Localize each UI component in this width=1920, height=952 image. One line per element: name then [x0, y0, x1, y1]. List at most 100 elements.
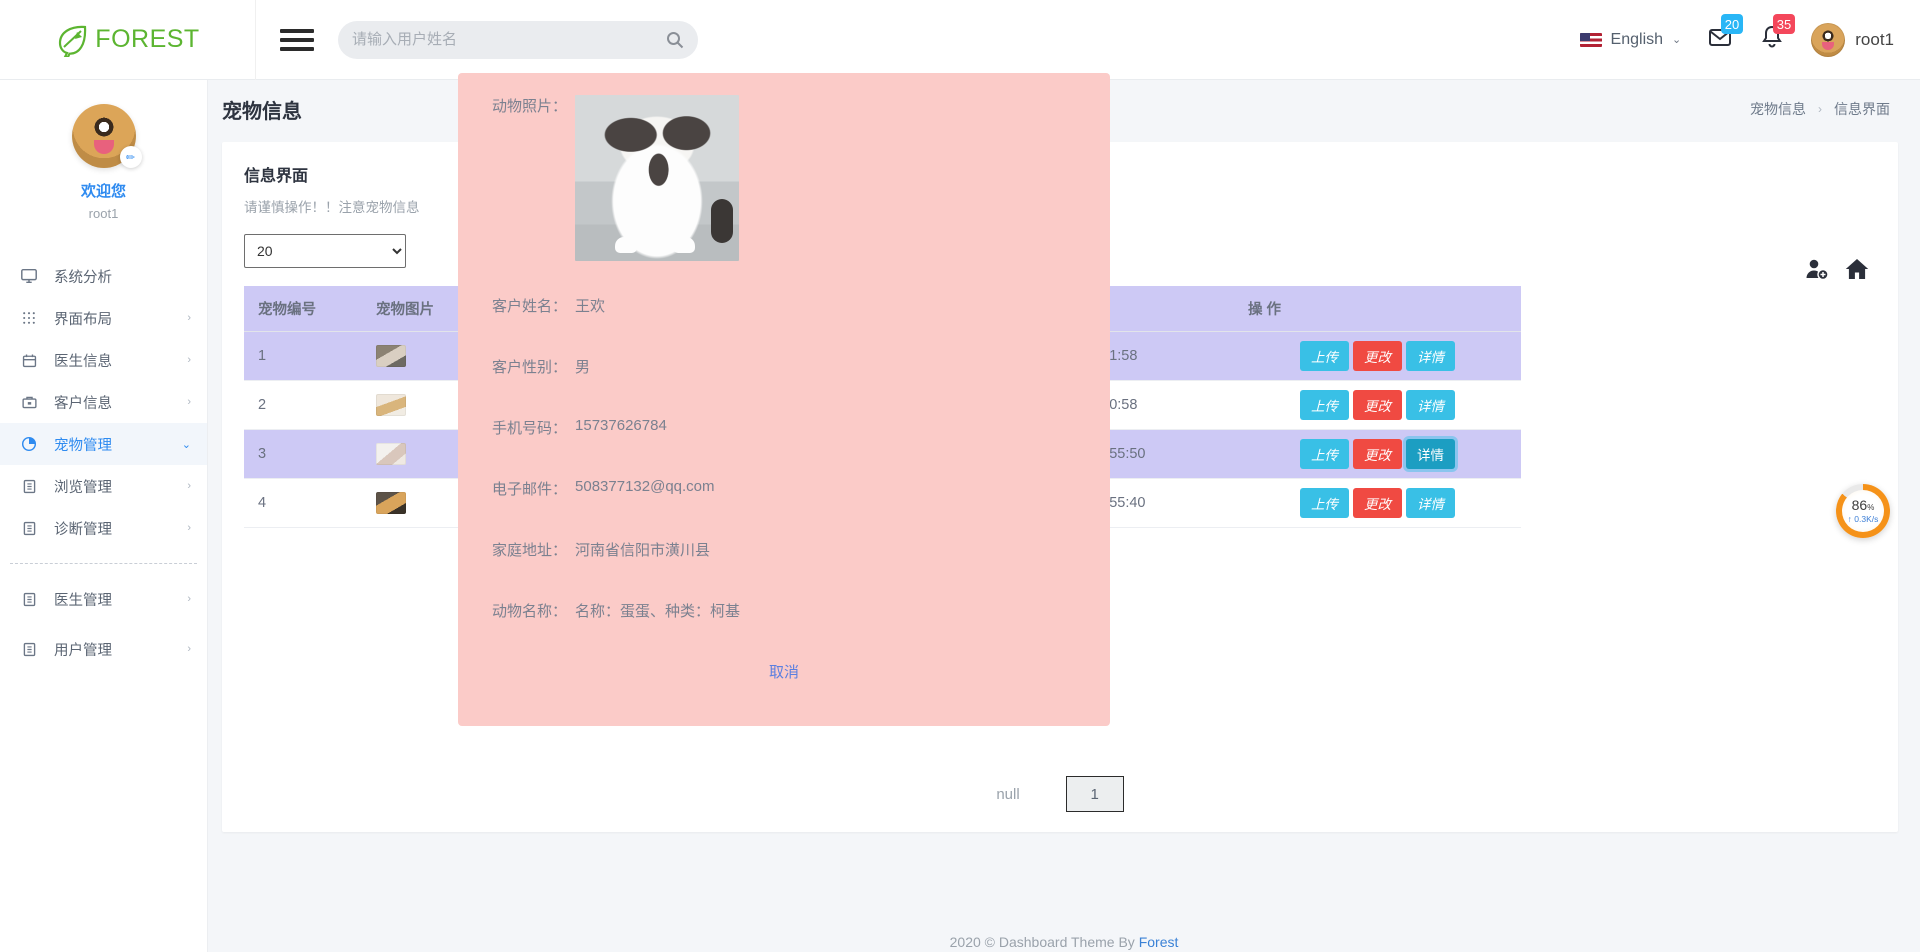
detail-button[interactable]: 详情	[1406, 390, 1455, 420]
sidebar-item-label: 医生信息	[54, 350, 187, 371]
sidebar-item-label: 浏览管理	[54, 476, 187, 497]
cat-paw-right	[673, 237, 695, 253]
cell-actions: 上传 更改 详情	[1234, 479, 1521, 528]
speed-percent-value: 86	[1852, 497, 1868, 513]
chevron-right-icon: ›	[187, 480, 191, 492]
hamburger-icon[interactable]	[280, 29, 314, 51]
sidebar-divider	[10, 563, 197, 564]
sidebar-item-customer-info[interactable]: 客户信息 ›	[0, 381, 207, 423]
chevron-down-icon: ⌄	[1672, 33, 1681, 46]
chevron-right-icon: ›	[187, 522, 191, 534]
modal-photo-row: 动物照片：	[492, 95, 1076, 261]
language-selector[interactable]: English ⌄	[1580, 31, 1682, 49]
row-action-buttons: 上传 更改 详情	[1248, 390, 1507, 420]
field-value: 名称：蛋蛋、种类：柯基	[575, 600, 740, 621]
search-input[interactable]	[352, 31, 666, 48]
language-label: English	[1611, 31, 1663, 49]
cell-actions: 上传 更改 详情	[1234, 381, 1521, 430]
upload-button[interactable]: 上传	[1300, 341, 1349, 371]
field-label: 家庭地址：	[492, 539, 567, 560]
field-label: 客户性别：	[492, 356, 567, 377]
document-icon	[18, 478, 40, 495]
sidebar-item-label: 医生管理	[54, 589, 187, 610]
detail-button[interactable]: 详情	[1406, 341, 1455, 371]
footer-link[interactable]: Forest	[1139, 934, 1179, 950]
header-right-actions: English ⌄ 20 35 root1	[1580, 23, 1920, 57]
home-icon[interactable]	[1844, 256, 1870, 282]
upload-button[interactable]: 上传	[1300, 488, 1349, 518]
chevron-right-icon: ›	[187, 643, 191, 655]
messages-button[interactable]: 20	[1707, 24, 1733, 55]
modal-photo-label: 动物照片：	[492, 95, 567, 116]
sidebar-item-pet-management[interactable]: 宠物管理 ⌄	[0, 423, 207, 465]
detail-button[interactable]: 详情	[1406, 439, 1455, 469]
upload-button[interactable]: 上传	[1300, 390, 1349, 420]
pet-thumbnail[interactable]	[376, 345, 406, 367]
sidebar-item-label: 用户管理	[54, 639, 187, 660]
sidebar-profile: ✏ 欢迎您 root1	[0, 80, 207, 225]
pagination: null 1	[222, 776, 1898, 812]
edit-button[interactable]: 更改	[1353, 390, 1402, 420]
sidebar-item-label: 界面布局	[54, 308, 187, 329]
page-title: 宠物信息	[222, 95, 302, 124]
pet-detail-modal: 动物照片： 客户姓名： 王欢 客户性别： 男 手机号码： 15737626784…	[458, 73, 1110, 726]
cat-tail	[711, 199, 733, 243]
cat-paw-left	[615, 237, 637, 253]
pagination-info: null	[996, 786, 1019, 803]
cell-pet-id: 3	[244, 430, 362, 479]
sidebar-item-label: 系统分析	[54, 266, 191, 287]
sidebar-item-label: 客户信息	[54, 392, 187, 413]
row-action-buttons: 上传 更改 详情	[1248, 488, 1507, 518]
pagination-page-1[interactable]: 1	[1066, 776, 1124, 812]
sidebar-item-system-analysis[interactable]: 系统分析	[0, 255, 207, 297]
notifications-badge: 35	[1773, 14, 1795, 34]
chevron-right-icon: ›	[187, 312, 191, 324]
page-size-select[interactable]: 20 50 100	[244, 234, 406, 268]
pet-thumbnail[interactable]	[376, 394, 406, 416]
sidebar-item-user-management[interactable]: 用户管理 ›	[0, 628, 207, 670]
cancel-button[interactable]: 取消	[769, 664, 799, 681]
breadcrumb-parent[interactable]: 宠物信息	[1750, 99, 1806, 119]
speed-rate: ↑ 0.3K/s	[1848, 514, 1879, 524]
search-icon[interactable]	[666, 31, 684, 49]
leaf-icon	[55, 23, 89, 57]
user-menu[interactable]: root1	[1811, 23, 1894, 57]
sidebar-item-diagnosis-management[interactable]: 诊断管理 ›	[0, 507, 207, 549]
chevron-right-icon: ›	[187, 593, 191, 605]
pie-chart-icon	[18, 435, 40, 453]
calendar-icon	[18, 352, 40, 369]
cell-pet-id: 4	[244, 479, 362, 528]
brand-logo[interactable]: FOREST	[55, 23, 199, 57]
sidebar-item-browse-management[interactable]: 浏览管理 ›	[0, 465, 207, 507]
network-speed-widget[interactable]: 86% ↑ 0.3K/s	[1836, 484, 1890, 538]
field-value: 男	[575, 356, 590, 377]
column-header-pet-id: 宠物编号	[244, 286, 362, 332]
grid-icon	[18, 310, 40, 326]
upload-button[interactable]: 上传	[1300, 439, 1349, 469]
pet-thumbnail[interactable]	[376, 443, 406, 465]
modal-field-animal-name: 动物名称： 名称：蛋蛋、种类：柯基	[492, 600, 1076, 621]
speed-percent-unit: %	[1867, 503, 1874, 512]
edit-button[interactable]: 更改	[1353, 341, 1402, 371]
add-user-icon[interactable]	[1804, 256, 1830, 282]
edit-button[interactable]: 更改	[1353, 439, 1402, 469]
footer-text: 2020 © Dashboard Theme By	[950, 934, 1139, 950]
brand-logo-area[interactable]: FOREST	[0, 0, 256, 80]
cell-actions: 上传 更改 详情	[1234, 430, 1521, 479]
sidebar-item-doctor-management[interactable]: 医生管理 ›	[0, 578, 207, 620]
edit-button[interactable]: 更改	[1353, 488, 1402, 518]
sidebar-item-label: 宠物管理	[54, 434, 182, 455]
cell-pet-id: 2	[244, 381, 362, 430]
sidebar-item-doctor-info[interactable]: 医生信息 ›	[0, 339, 207, 381]
edit-pencil-icon[interactable]: ✏	[120, 146, 142, 168]
notifications-button[interactable]: 35	[1759, 24, 1785, 55]
field-value: 15737626784	[575, 417, 667, 434]
row-action-buttons: 上传 更改 详情	[1248, 439, 1507, 469]
sidebar-item-layout[interactable]: 界面布局 ›	[0, 297, 207, 339]
detail-button[interactable]: 详情	[1406, 488, 1455, 518]
profile-avatar[interactable]: ✏	[72, 104, 136, 168]
field-value: 河南省信阳市潢川县	[575, 539, 710, 560]
search-box[interactable]	[338, 21, 698, 59]
pet-thumbnail[interactable]	[376, 492, 406, 514]
sidebar: ✏ 欢迎您 root1 系统分析 界面布局 ›	[0, 80, 208, 952]
